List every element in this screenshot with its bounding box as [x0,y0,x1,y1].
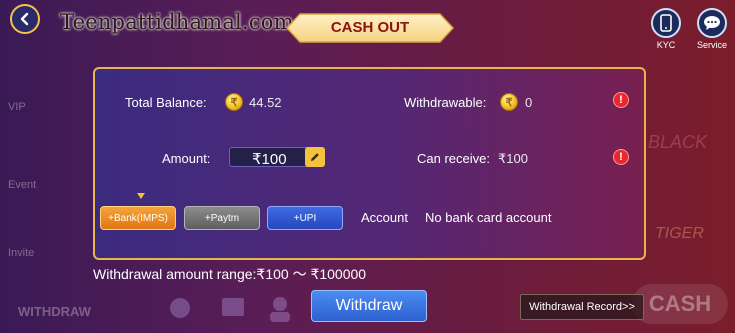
chat-icon [704,16,720,30]
total-balance-label: Total Balance: [125,95,207,110]
coin-icon: ₹ [225,93,243,111]
method-bank-imps-button[interactable]: +Bank(IMPS) [100,206,176,230]
page-title: CASH OUT [330,19,410,36]
selected-method-indicator [137,193,145,199]
withdrawal-range-text: Withdrawal amount range:₹100 ～ ₹100000 [93,266,367,282]
amount-input-value: ₹100 [252,151,287,168]
back-button[interactable] [10,4,40,34]
bg-game-tiger-label: TIGER [655,225,704,242]
kyc-label: KYC [656,40,676,50]
bg-event-label: Event [8,179,37,191]
alert-icon[interactable]: ! [613,149,629,165]
can-receive-value: ₹100 [498,151,528,166]
bg-game-black-label: BLACK [648,132,708,152]
service-label: Service [696,40,727,50]
method-paytm-button[interactable]: +Paytm [184,206,260,230]
service-button[interactable] [697,8,727,38]
amount-label: Amount: [162,151,211,166]
alert-icon[interactable]: ! [613,92,629,108]
cash-out-panel: Total Balance: ₹ 44.52 Withdrawable: ₹ 0… [93,67,646,260]
bg-withdraw-label: WITHDRAW [18,304,91,319]
method-upi-button[interactable]: +UPI [267,206,343,230]
kyc-button[interactable] [651,8,681,38]
withdraw-button[interactable]: Withdraw [311,290,427,322]
withdrawable-label: Withdrawable: [404,95,487,110]
withdrawal-record-button[interactable]: Withdrawal Record>> [520,294,644,320]
withdrawable-value: 0 [525,95,533,110]
pencil-icon [311,153,319,161]
account-value: No bank card account [425,210,552,225]
edit-amount-button[interactable] [305,147,325,167]
bg-invite-label: Invite [8,247,35,259]
can-receive-label: Can receive: [417,151,490,166]
cash-out-title-banner: CASH OUT [286,13,454,43]
back-arrow-icon [20,12,29,26]
phone-icon [660,14,672,32]
total-balance-value: 44.52 [249,95,282,110]
bg-bottom-icons [170,297,290,322]
account-label: Account [361,210,408,225]
bg-vip-label: VIP [8,101,26,113]
brand-watermark: Teenpattidhamal.com [60,10,294,34]
coin-icon: ₹ [500,93,518,111]
bg-cash-button: CASH [632,284,728,324]
background-side-menu: VIP Event Invite [0,55,70,295]
